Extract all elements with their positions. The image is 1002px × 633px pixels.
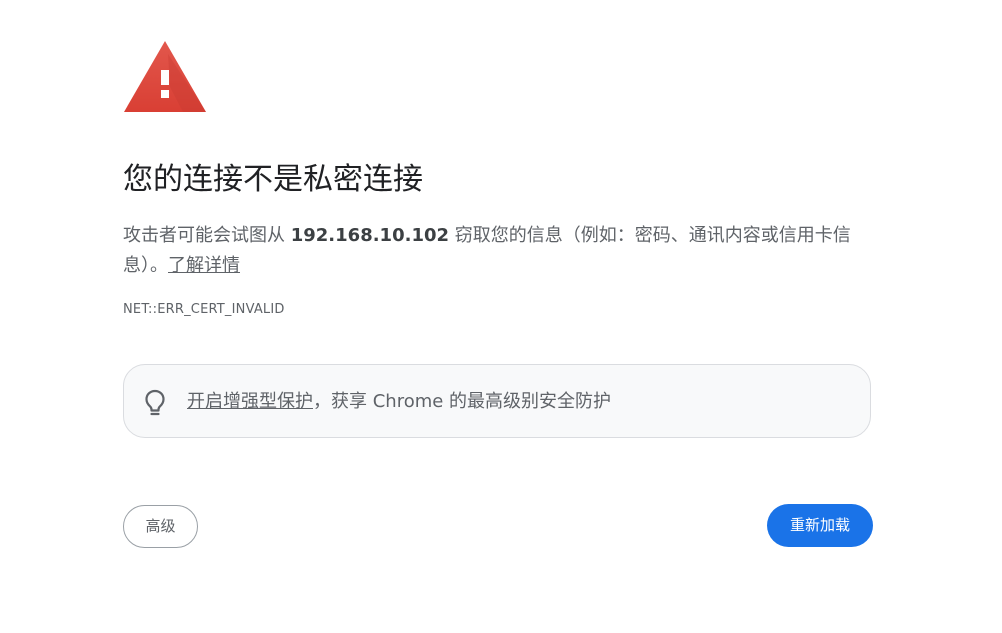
enhanced-protection-suffix: ，获享 Chrome 的最高级别安全防护 — [313, 391, 612, 412]
warning-icon — [124, 41, 206, 112]
enable-enhanced-protection-link[interactable]: 开启增强型保护 — [187, 391, 313, 412]
error-page: 您的连接不是私密连接 攻击者可能会试图从 192.168.10.102 窃取您的… — [0, 0, 1002, 633]
page-title: 您的连接不是私密连接 — [123, 162, 423, 197]
learn-more-link[interactable]: 了解详情 — [168, 255, 240, 276]
advanced-button[interactable]: 高级 — [123, 505, 198, 548]
error-code: NET::ERR_CERT_INVALID — [123, 302, 285, 317]
host-address: 192.168.10.102 — [290, 225, 450, 246]
description-prefix: 攻击者可能会试图从 — [123, 225, 291, 246]
reload-button[interactable]: 重新加载 — [767, 504, 873, 547]
enhanced-protection-banner: 开启增强型保护，获享 Chrome 的最高级别安全防护 — [123, 364, 871, 438]
lightbulb-icon — [145, 389, 165, 416]
enhanced-protection-text: 开启增强型保护，获享 Chrome 的最高级别安全防护 — [187, 389, 611, 415]
error-description: 攻击者可能会试图从 192.168.10.102 窃取您的信息（例如：密码、通讯… — [123, 221, 863, 281]
